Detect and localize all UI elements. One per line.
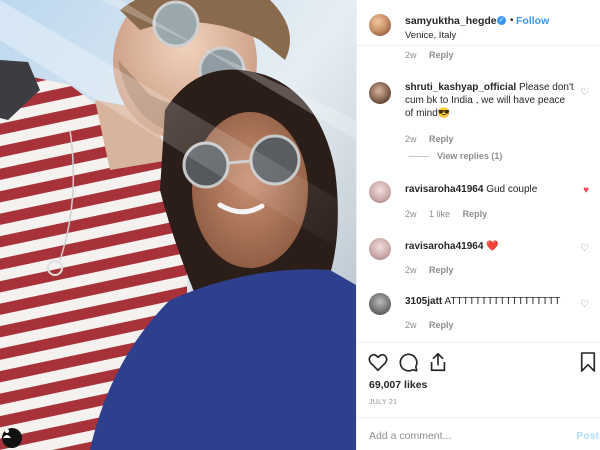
author-username[interactable]: samyuktha_hegde bbox=[405, 15, 497, 27]
user-tag-button[interactable] bbox=[2, 428, 22, 448]
view-replies-button[interactable]: View replies (1) bbox=[437, 151, 502, 161]
follow-button[interactable]: Follow bbox=[516, 15, 549, 27]
reply-button[interactable]: Reply bbox=[463, 209, 488, 219]
post-comment-button[interactable]: Post bbox=[576, 430, 599, 442]
reply-button[interactable]: Reply bbox=[429, 265, 454, 275]
list-item: ravisaroha41964 Gud couple ♥ 2w 1 like R… bbox=[357, 177, 600, 227]
comments-list[interactable]: 2w Reply shruti_kashyap_official Please … bbox=[357, 47, 600, 340]
comment-meta: 2w Reply bbox=[405, 265, 464, 275]
comment-bubble-icon[interactable] bbox=[397, 351, 419, 373]
comment-time: 2w bbox=[405, 320, 417, 330]
comment-body: Gud couple bbox=[486, 184, 538, 195]
reply-button[interactable]: Reply bbox=[429, 50, 454, 60]
commenter-username[interactable]: ravisaroha41964 bbox=[405, 241, 483, 252]
comment-time: 2w bbox=[405, 134, 417, 144]
commenter-username[interactable]: 3105jatt bbox=[405, 296, 442, 307]
user-tag-icon bbox=[3, 429, 11, 438]
post-date[interactable]: JULY 21 bbox=[369, 399, 397, 406]
comment-like-count[interactable]: 1 like bbox=[429, 209, 450, 219]
likes-count[interactable]: 69,007 likes bbox=[369, 379, 427, 391]
list-item: ravisaroha41964 ❤️ ♡ 2w Reply bbox=[357, 235, 600, 285]
commenter-username[interactable]: ravisaroha41964 bbox=[405, 184, 483, 195]
commenter-username[interactable]: shruti_kashyap_official bbox=[405, 82, 516, 93]
reply-button[interactable]: Reply bbox=[429, 320, 454, 330]
comment-body: ATTTTTTTTTTTTTTTTTT bbox=[444, 296, 561, 307]
comment-meta: 2w Reply bbox=[405, 50, 464, 60]
share-icon[interactable] bbox=[427, 351, 449, 373]
commenter-avatar[interactable] bbox=[369, 181, 391, 203]
list-item: 2w Reply bbox=[357, 47, 600, 63]
comment-text: 3105jatt ATTTTTTTTTTTTTTTTTT bbox=[405, 295, 575, 308]
author-avatar[interactable] bbox=[369, 14, 391, 36]
post-location[interactable]: Venice, Italy bbox=[405, 30, 456, 41]
comment-time: 2w bbox=[405, 265, 417, 275]
bookmark-icon[interactable] bbox=[579, 351, 597, 373]
post-photo[interactable] bbox=[0, 0, 356, 450]
comment-time: 2w bbox=[405, 209, 417, 219]
post-actions: 69,007 likes JULY 21 Post bbox=[357, 342, 600, 450]
verified-badge-icon: ✓ bbox=[497, 16, 506, 25]
comment-meta: 2w 1 like Reply bbox=[405, 209, 497, 219]
post-header: samyuktha_hegde ✓ • Follow Venice, Italy bbox=[357, 0, 600, 46]
separator-dot: • bbox=[510, 15, 514, 26]
comment-meta: 2w Reply bbox=[405, 134, 464, 144]
comment-time: 2w bbox=[405, 50, 417, 60]
list-item: 3105jatt ATTTTTTTTTTTTTTTTTT ♡ 2w Reply bbox=[357, 291, 600, 340]
post-panel: samyuktha_hegde ✓ • Follow Venice, Italy… bbox=[356, 0, 600, 450]
heart-icon[interactable]: ♡ bbox=[580, 87, 589, 98]
commenter-avatar[interactable] bbox=[369, 82, 391, 104]
heart-filled-icon[interactable]: ♥ bbox=[583, 185, 589, 196]
list-item: shruti_kashyap_official Please don't cum… bbox=[357, 79, 600, 167]
comment-meta: 2w Reply bbox=[405, 320, 464, 330]
heart-icon[interactable]: ♡ bbox=[580, 243, 589, 254]
add-comment-box: Post bbox=[357, 417, 600, 450]
comment-text: ravisaroha41964 ❤️ bbox=[405, 240, 575, 253]
comment-text: shruti_kashyap_official Please don't cum… bbox=[405, 81, 575, 120]
reply-button[interactable]: Reply bbox=[429, 134, 454, 144]
comment-text: ravisaroha41964 Gud couple bbox=[405, 183, 575, 196]
commenter-avatar[interactable] bbox=[369, 238, 391, 260]
comment-body: ❤️ bbox=[486, 241, 499, 252]
commenter-avatar[interactable] bbox=[369, 293, 391, 315]
photo-illustration bbox=[0, 0, 356, 450]
heart-icon[interactable]: ♡ bbox=[580, 299, 589, 310]
heart-icon[interactable] bbox=[367, 351, 389, 373]
comment-input[interactable] bbox=[369, 428, 559, 444]
